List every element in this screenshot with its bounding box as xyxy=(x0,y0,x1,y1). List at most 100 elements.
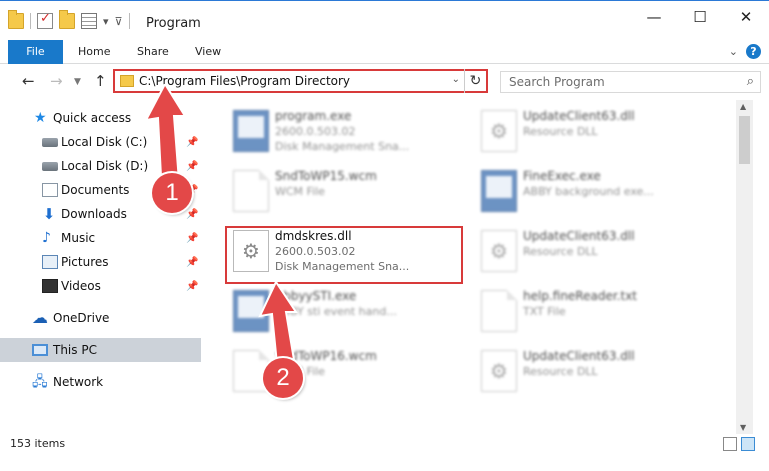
window-controls: — ☐ ✕ xyxy=(631,1,769,33)
file-detail: WCM File xyxy=(275,185,325,198)
up-arrow-icon[interactable]: ↑ xyxy=(94,72,107,90)
sidebar-item-this-pc[interactable]: This PC xyxy=(0,338,201,362)
pin-icon[interactable]: 📌 xyxy=(186,233,198,244)
pictures-icon xyxy=(42,255,58,269)
view-switcher xyxy=(723,437,755,451)
sidebar-item-label: Network xyxy=(53,375,104,389)
ribbon: File Home Share View ⌄ ? xyxy=(0,40,769,64)
exe-file-icon xyxy=(481,170,517,212)
file-detail: Resource DLL xyxy=(523,365,598,378)
star-icon: ★ xyxy=(34,110,47,126)
pin-icon[interactable]: 📌 xyxy=(186,281,198,292)
customize-toolbar-icon[interactable]: ⊽ xyxy=(115,15,123,28)
expand-ribbon-icon[interactable]: ⌄ xyxy=(729,45,738,58)
videos-icon xyxy=(42,279,58,293)
sidebar-item-label: OneDrive xyxy=(53,311,110,325)
ribbon-right: ⌄ ? xyxy=(729,44,761,59)
search-placeholder: Search Program xyxy=(509,75,605,89)
tab-home[interactable]: Home xyxy=(78,40,110,64)
tiles-view-icon[interactable] xyxy=(741,437,755,451)
dll-file-icon: ⚙ xyxy=(481,350,517,392)
document-file-icon xyxy=(481,290,517,332)
music-icon: ♪ xyxy=(42,230,51,246)
exe-file-icon xyxy=(233,110,269,152)
disk-icon xyxy=(42,161,58,171)
view-details-icon[interactable] xyxy=(81,13,97,29)
refresh-icon[interactable]: ↻ xyxy=(464,69,486,93)
details-view-icon[interactable] xyxy=(723,437,737,451)
title-bar: ▾ ⊽ Program — ☐ ✕ xyxy=(0,0,769,44)
list-item[interactable]: program.exe 2600.0.503.02 Disk Managemen… xyxy=(225,106,465,158)
sidebar-item-music[interactable]: ♪ Music 📌 xyxy=(0,226,201,250)
file-name: FineExec.exe xyxy=(523,169,601,183)
sidebar-item-label: Music xyxy=(61,231,96,245)
sidebar-item-label: Local Disk (C:) xyxy=(61,135,148,149)
file-detail: TXT File xyxy=(523,305,566,318)
folder-icon[interactable] xyxy=(8,10,24,29)
chevron-down-icon[interactable]: ▾ xyxy=(103,15,109,28)
sidebar-item-label: Pictures xyxy=(61,255,109,269)
document-file-icon xyxy=(233,170,269,212)
forward-arrow-icon[interactable]: → xyxy=(50,72,63,90)
scroll-down-icon[interactable]: ▼ xyxy=(740,423,746,432)
help-icon[interactable]: ? xyxy=(746,44,761,59)
vertical-scrollbar[interactable]: ▲ ▼ xyxy=(736,100,753,434)
tab-share[interactable]: Share xyxy=(137,40,169,64)
quick-access-toolbar: ▾ ⊽ xyxy=(8,10,130,29)
maximize-button[interactable]: ☐ xyxy=(677,1,723,33)
file-detail: 2600.0.503.02 xyxy=(275,125,356,138)
list-item[interactable]: ⚙ UpdateClient63.dll Resource DLL xyxy=(473,106,713,158)
scroll-up-icon[interactable]: ▲ xyxy=(740,102,746,111)
dll-file-icon: ⚙ xyxy=(481,110,517,152)
sidebar-item-label: Quick access xyxy=(53,111,132,125)
disk-icon xyxy=(42,137,58,147)
chevron-down-icon[interactable]: ⌄ xyxy=(452,74,460,85)
tab-file[interactable]: File xyxy=(8,40,63,64)
search-input[interactable]: Search Program ⌕ xyxy=(500,71,761,93)
new-folder-icon[interactable] xyxy=(59,10,75,29)
close-button[interactable]: ✕ xyxy=(723,1,769,33)
documents-icon xyxy=(42,183,58,197)
sidebar-item-onedrive[interactable]: ☁ OneDrive xyxy=(0,306,201,330)
sidebar-item-videos[interactable]: Videos 📌 xyxy=(0,274,201,298)
sidebar-item-network[interactable]: 🖧 Network xyxy=(0,370,201,394)
file-name: UpdateClient63.dll xyxy=(523,349,635,363)
back-arrow-icon[interactable]: ← xyxy=(22,72,35,90)
gear-icon: ⚙ xyxy=(490,119,508,143)
status-bar: 153 items xyxy=(0,434,769,456)
search-icon[interactable]: ⌕ xyxy=(747,74,754,89)
tab-view[interactable]: View xyxy=(195,40,221,64)
step-badge-1: 1 xyxy=(152,173,192,213)
list-item[interactable]: ⚙ UpdateClient63.dll Resource DLL xyxy=(473,226,713,278)
sidebar-item-label: Downloads xyxy=(61,207,127,221)
list-item[interactable]: SndToWP15.wcm WCM File xyxy=(225,166,465,218)
file-detail: ABBY background exe... xyxy=(523,185,654,198)
scroll-thumb[interactable] xyxy=(739,116,750,164)
sidebar-item-label: Local Disk (D:) xyxy=(61,159,149,173)
pc-icon xyxy=(32,344,48,356)
properties-check-icon[interactable] xyxy=(37,11,53,29)
file-description: Disk Management Sna... xyxy=(275,140,410,153)
file-detail: Resource DLL xyxy=(523,245,598,258)
list-item[interactable]: help.fineReader.txt TXT File xyxy=(473,286,713,338)
file-name: SndToWP15.wcm xyxy=(275,169,377,183)
pin-icon[interactable]: 📌 xyxy=(186,257,198,268)
downloads-icon: ⬇ xyxy=(42,205,56,223)
list-item[interactable]: ⚙ UpdateClient63.dll Resource DLL xyxy=(473,346,713,398)
sidebar-item-label: This PC xyxy=(53,343,97,357)
file-detail: Resource DLL xyxy=(523,125,598,138)
list-item[interactable]: FineExec.exe ABBY background exe... xyxy=(473,166,713,218)
sidebar-item-label: Videos xyxy=(61,279,101,293)
highlight-box xyxy=(225,226,463,284)
folder-icon xyxy=(120,75,134,87)
gear-icon: ⚙ xyxy=(490,359,508,383)
pin-icon[interactable]: 📌 xyxy=(186,209,198,220)
file-name: UpdateClient63.dll xyxy=(523,109,635,123)
recent-locations-icon[interactable]: ▼ xyxy=(74,77,81,87)
navigation-bar: ← → ▼ ↑ C:\Program Files\Program Directo… xyxy=(0,64,769,98)
file-name: help.fineReader.txt xyxy=(523,289,637,303)
sidebar-item-label: Documents xyxy=(61,183,130,197)
minimize-button[interactable]: — xyxy=(631,1,677,33)
step-badge-2: 2 xyxy=(263,358,303,398)
sidebar-item-pictures[interactable]: Pictures 📌 xyxy=(0,250,201,274)
